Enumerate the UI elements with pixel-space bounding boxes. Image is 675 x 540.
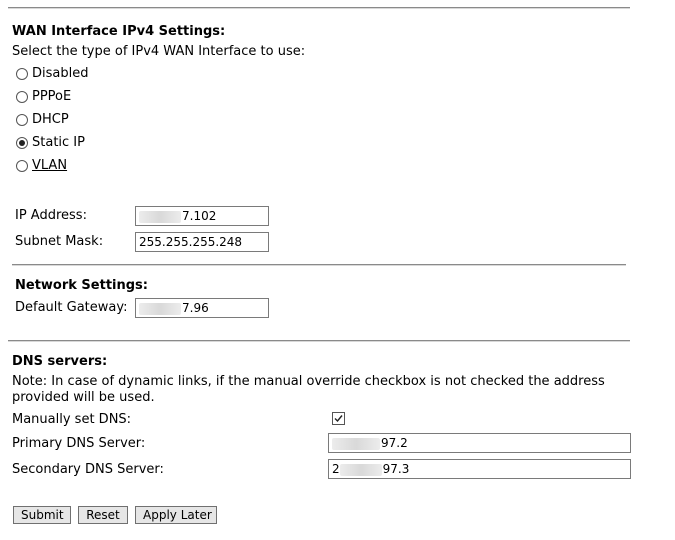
reset-button[interactable]: Reset [78,506,128,524]
radio-option-dhcp[interactable]: DHCP [16,111,69,129]
dns-note: Note: In case of dynamic links, if the m… [12,374,605,405]
radio-option-vlan[interactable]: VLAN [16,157,67,175]
subnet-mask-label: Subnet Mask: [15,234,104,249]
top-divider [8,7,630,9]
secondary-dns-prefix: 2 [332,462,340,476]
dns-divider [8,340,630,342]
default-gateway-input[interactable]: 7.96 [135,298,269,318]
radio-option-static-ip[interactable]: Static IP [16,134,85,152]
default-gateway-value: 7.96 [182,301,209,315]
manually-set-dns-checkbox[interactable] [332,412,345,425]
radio-static-ip[interactable] [16,137,28,149]
network-divider [12,264,626,266]
redacted-blur [139,302,181,315]
apply-later-button[interactable]: Apply Later [135,506,217,524]
network-settings-title: Network Settings: [15,278,148,293]
radio-dhcp-label: DHCP [32,112,69,127]
ip-address-label: IP Address: [15,208,87,223]
ip-address-value: 7.102 [182,209,217,223]
radio-dhcp[interactable] [16,114,28,126]
submit-button[interactable]: Submit [13,506,71,524]
default-gateway-label: Default Gateway: [15,300,128,315]
radio-disabled[interactable] [16,68,28,80]
vlan-link[interactable]: VLAN [32,158,67,174]
primary-dns-label: Primary DNS Server: [12,436,146,451]
secondary-dns-input[interactable]: 2 97.3 [328,459,631,479]
subnet-mask-value: 255.255.255.248 [139,235,243,249]
radio-disabled-label: Disabled [32,66,89,81]
redacted-blur [139,210,181,223]
primary-dns-value: 97.2 [381,436,408,450]
manually-set-dns-label: Manually set DNS: [12,412,132,427]
radio-option-disabled[interactable]: Disabled [16,65,88,83]
radio-pppoe[interactable] [16,91,28,103]
secondary-dns-value: 97.3 [382,462,410,476]
primary-dns-input[interactable]: 97.2 [328,433,631,453]
radio-pppoe-label: PPPoE [32,89,72,104]
wan-type-prompt: Select the type of IPv4 WAN Interface to… [12,44,306,59]
radio-option-pppoe[interactable]: PPPoE [16,88,71,106]
radio-vlan[interactable] [16,160,28,172]
subnet-mask-input[interactable]: 255.255.255.248 [135,232,269,252]
redacted-blur [332,437,380,450]
redacted-blur [339,463,382,476]
radio-static-ip-label: Static IP [32,135,85,150]
ip-address-input[interactable]: 7.102 [135,206,269,226]
check-icon [334,415,343,423]
wan-settings-title: WAN Interface IPv4 Settings: [12,24,226,39]
dns-servers-title: DNS servers: [12,354,108,369]
secondary-dns-label: Secondary DNS Server: [12,462,164,477]
